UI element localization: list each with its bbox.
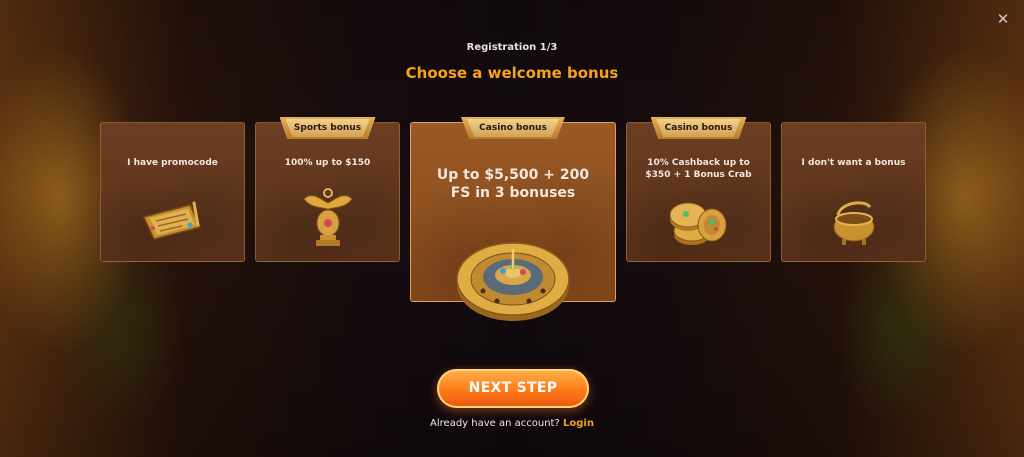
bonus-ribbon: Casino bonus [461,117,565,139]
bonus-card-promocode[interactable]: I have promocode [100,122,245,262]
bonus-card-text: Up to $5,500 + 200 FS in 3 bonuses [436,167,590,201]
next-step-button[interactable]: NEXT STEP [437,369,589,408]
promocode-ticket-icon [142,201,201,240]
bonus-ribbon: Sports bonus [279,117,376,139]
bonus-card-text: 10% Cashback up to $350 + 1 Bonus Crab [645,158,752,180]
bonus-card-text: 100% up to $150 [284,158,371,168]
account-prompt-text: Already have an account? [430,418,560,429]
bonus-card-cashback[interactable]: Casino bonus 10% Cashback up to $350 + 1… [626,117,771,262]
bonus-ribbon: Casino bonus [650,117,747,139]
registration-step: Registration 1/3 [466,42,558,53]
roulette-icon [456,242,570,321]
bonus-card-no-bonus[interactable]: I don't want a bonus [781,122,926,262]
bonus-card-casino-selected[interactable]: Casino bonus Up to $5,500 + 200 FS in 3 … [410,117,616,321]
page-title: Choose a welcome bonus [405,64,619,82]
coins-icon [669,202,726,245]
close-icon[interactable]: ✕ [994,10,1012,28]
bonus-card-text: I have promocode [127,158,218,168]
bonus-card-sports[interactable]: Sports bonus 100% up to $150 [255,117,400,262]
empty-pot-icon [833,201,874,245]
login-link[interactable]: Login [563,418,594,429]
bonus-card-text: I don't want a bonus [801,158,906,168]
login-prompt: Already have an account? Login [0,418,1024,429]
trophy-icon [302,188,353,246]
